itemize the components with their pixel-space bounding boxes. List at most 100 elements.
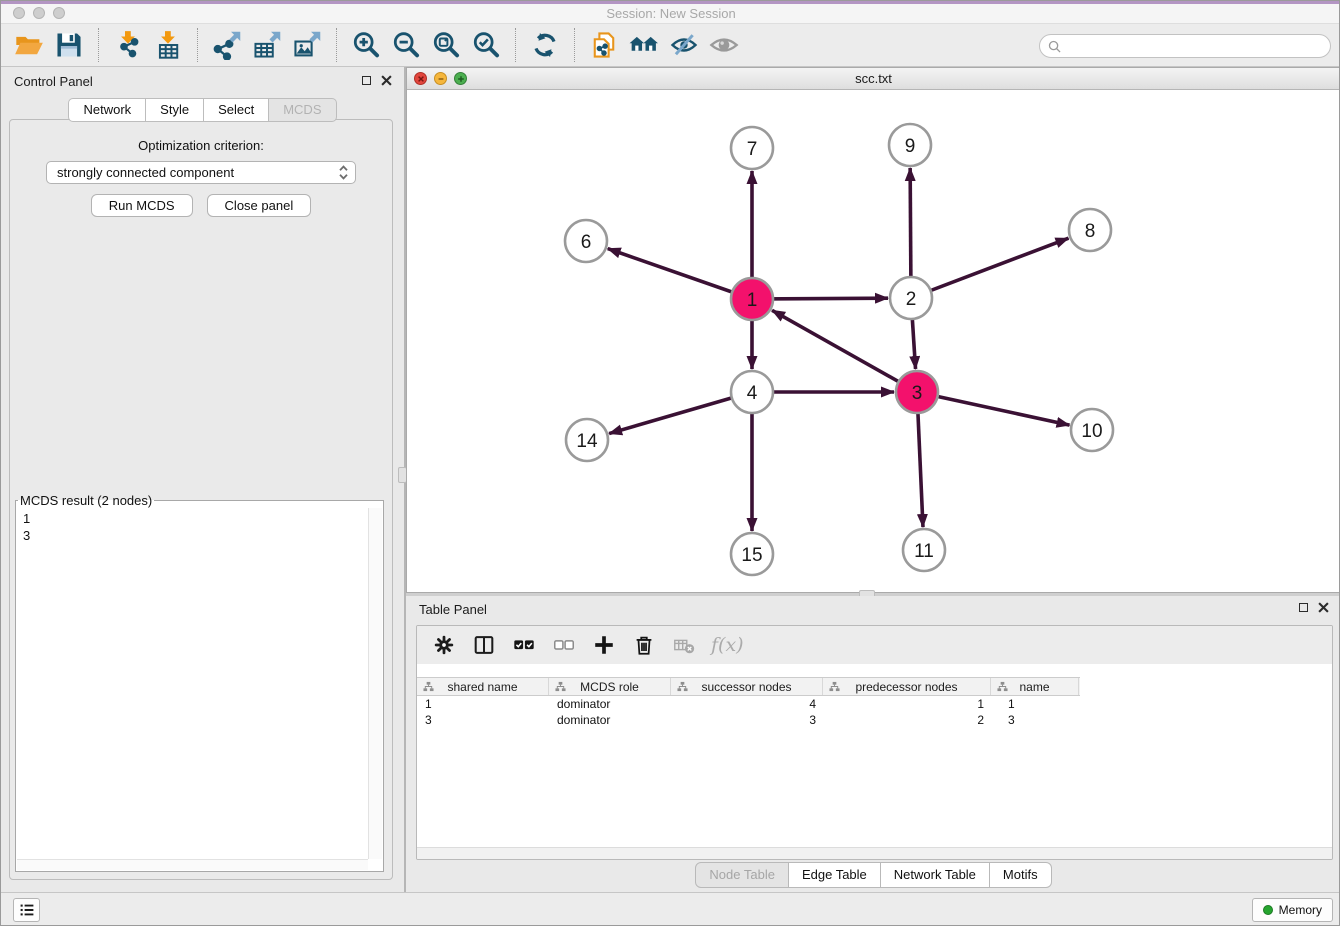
clone-network-button[interactable] [584,26,624,64]
graph-edge-3-10[interactable] [917,392,1070,425]
tab-motifs[interactable]: Motifs [990,862,1052,888]
graph-node-7[interactable]: 7 [731,127,773,169]
cell-name[interactable]: 3 [991,712,1079,728]
select-all-checkbox-button[interactable] [511,632,537,658]
tab-select[interactable]: Select [204,98,269,122]
graph-node-8[interactable]: 8 [1069,209,1111,251]
table-panel: Table Panel f(x) shared nameMCDS rolesuc… [406,596,1340,892]
mcds-result-text[interactable]: 13 [17,508,368,859]
graph-node-6[interactable]: 6 [565,220,607,262]
hide-selected-button[interactable] [664,26,704,64]
table-horizontal-scrollbar[interactable] [417,847,1332,859]
import-table-icon [153,30,183,60]
close-panel-button[interactable]: Close panel [207,194,312,217]
refresh-layout-button[interactable] [525,26,565,64]
cell-MCDS-role[interactable]: dominator [549,712,671,728]
control-panel: Control Panel NetworkStyleSelectMCDS Opt… [1,67,404,892]
list-icon [19,902,35,918]
graph-node-label: 1 [747,290,758,311]
graph-edge-2-8[interactable] [911,238,1068,298]
cell-MCDS-role[interactable]: dominator [549,696,671,712]
graph-node-2[interactable]: 2 [890,277,932,319]
tab-edge-table[interactable]: Edge Table [789,862,881,888]
import-network-button[interactable] [108,26,148,64]
cell-predecessor-nodes[interactable]: 2 [823,712,991,728]
graph-node-4[interactable]: 4 [731,371,773,413]
toolbar-separator [336,28,337,62]
zoom-selected-icon [471,30,501,60]
graph-node-11[interactable]: 11 [903,529,945,571]
tab-style[interactable]: Style [146,98,204,122]
graph-node-10[interactable]: 10 [1071,409,1113,451]
column-header-shared-name[interactable]: shared name [417,678,549,695]
graph-node-3[interactable]: 3 [896,371,938,413]
graph-edge-3-1[interactable] [772,310,917,392]
zoom-in-button[interactable] [346,26,386,64]
horizontal-scrollbar[interactable] [17,859,368,870]
close-table-panel-icon[interactable] [1318,602,1329,613]
search-input[interactable] [1066,39,1322,53]
mcds-result-legend: MCDS result (2 nodes) [18,493,154,508]
cell-shared-name[interactable]: 3 [417,712,549,728]
float-table-panel-icon[interactable] [1299,603,1308,612]
graph-node-15[interactable]: 15 [731,533,773,575]
save-session-button[interactable] [49,26,89,64]
import-table-button[interactable] [148,26,188,64]
table-toolbar: f(x) [417,626,1332,664]
close-panel-icon[interactable] [381,75,392,86]
show-columns-button[interactable] [471,632,497,658]
export-image-icon [292,30,322,60]
network-canvas[interactable]: 7 9 6 8 1 2 4 3 14 10 15 11 [407,90,1340,592]
cell-name[interactable]: 1 [991,696,1079,712]
deselect-all-checkbox-button[interactable] [551,632,577,658]
zoom-selected-button[interactable] [466,26,506,64]
tab-network[interactable]: Network [68,98,146,122]
tab-node-table[interactable]: Node Table [695,862,789,888]
criterion-dropdown[interactable]: strongly connected component [46,161,356,184]
show-all-button[interactable] [704,26,744,64]
column-header-predecessor-nodes[interactable]: predecessor nodes [823,678,991,695]
network-view-title: scc.txt [407,71,1340,86]
graph-node-9[interactable]: 9 [889,124,931,166]
delete-row-button[interactable] [631,632,657,658]
cell-successor-nodes[interactable]: 3 [671,712,823,728]
table-settings-button[interactable] [431,632,457,658]
window-title: Session: New Session [1,6,1340,21]
graph-node-14[interactable]: 14 [566,419,608,461]
export-table-button[interactable] [247,26,287,64]
zoom-out-button[interactable] [386,26,426,64]
graph-edge-1-6[interactable] [608,249,752,299]
network-view-window: scc.txt 7 9 6 8 1 2 4 3 14 10 15 11 [406,67,1340,593]
cell-shared-name[interactable]: 1 [417,696,549,712]
search-box[interactable] [1039,34,1331,58]
graph-edge-4-14[interactable] [609,392,752,434]
column-header-label: name [1019,680,1049,694]
open-file-button[interactable] [9,26,49,64]
network-window-titlebar[interactable]: scc.txt [407,68,1340,90]
control-panel-title: Control Panel [14,74,93,89]
home-view-button[interactable] [624,26,664,64]
cell-predecessor-nodes[interactable]: 1 [823,696,991,712]
table-row[interactable]: 1dominator411 [417,696,1080,712]
table-row[interactable]: 3dominator323 [417,712,1080,728]
column-header-MCDS-role[interactable]: MCDS role [549,678,671,695]
cell-successor-nodes[interactable]: 4 [671,696,823,712]
export-image-button[interactable] [287,26,327,64]
float-panel-icon[interactable] [362,76,371,85]
column-header-name[interactable]: name [991,678,1079,695]
export-network-button[interactable] [207,26,247,64]
mcds-result-line: 3 [23,527,368,544]
graph-node-1[interactable]: 1 [731,278,773,320]
vertical-scrollbar[interactable] [368,508,382,859]
add-row-button[interactable] [591,632,617,658]
graph-node-label: 10 [1081,421,1102,442]
run-mcds-button[interactable]: Run MCDS [91,194,193,217]
graph-node-label: 4 [747,383,758,404]
task-history-button[interactable] [13,898,40,922]
tab-mcds[interactable]: MCDS [269,98,336,122]
column-header-label: MCDS role [580,680,639,694]
memory-button[interactable]: Memory [1252,898,1333,922]
tab-network-table[interactable]: Network Table [881,862,990,888]
zoom-fit-button[interactable] [426,26,466,64]
column-header-successor-nodes[interactable]: successor nodes [671,678,823,695]
